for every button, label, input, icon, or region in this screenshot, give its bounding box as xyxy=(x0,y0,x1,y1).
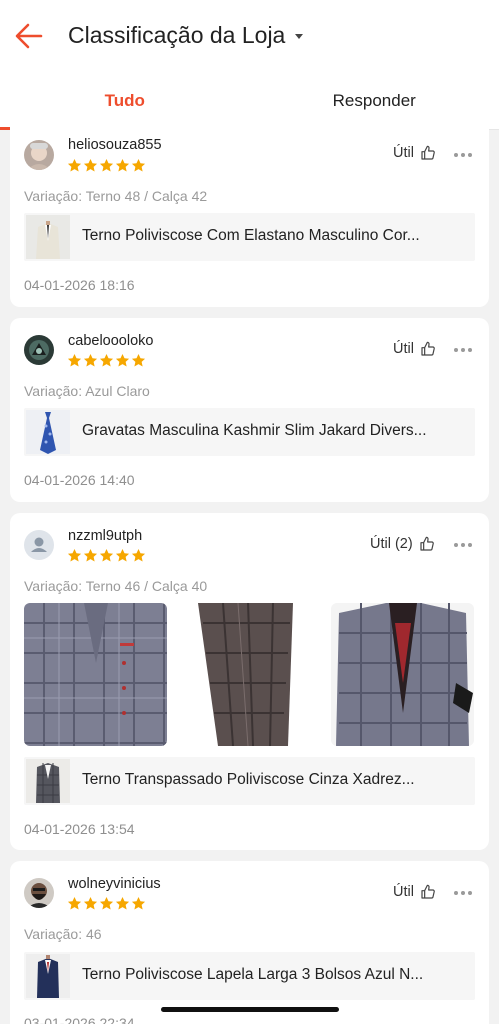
star-icon xyxy=(83,548,98,562)
product-link[interactable]: Terno Poliviscose Lapela Larga 3 Bolsos … xyxy=(24,952,475,1000)
star-icon xyxy=(115,548,130,562)
star-icon xyxy=(67,353,82,367)
more-options-icon[interactable] xyxy=(454,153,472,157)
review-card: wolneyvinicius Útil Variação: 46 Terno P… xyxy=(10,861,489,1024)
home-indicator xyxy=(161,1007,339,1012)
caret-down-icon xyxy=(295,34,304,39)
store-rating-dropdown[interactable]: Classificação da Loja xyxy=(68,22,304,49)
app-header: Classificação da Loja xyxy=(0,0,499,72)
thumbs-up-icon xyxy=(420,536,434,551)
star-icon xyxy=(99,158,114,172)
more-options-icon[interactable] xyxy=(454,543,472,547)
review-photo[interactable] xyxy=(331,603,474,746)
more-options-icon[interactable] xyxy=(454,891,472,895)
star-icon xyxy=(67,896,82,910)
review-date: 04-01-2026 18:16 xyxy=(24,277,135,293)
review-date: 03-01-2026 22:34 xyxy=(24,1015,135,1024)
star-icon xyxy=(115,353,130,367)
useful-button[interactable]: Útil (2) xyxy=(370,536,435,552)
review-username: heliosouza855 xyxy=(68,137,162,153)
star-rating xyxy=(67,353,146,368)
thumbs-up-icon xyxy=(421,145,435,160)
review-photo[interactable] xyxy=(24,603,167,746)
product-link[interactable]: Terno Poliviscose Com Elastano Masculino… xyxy=(24,213,475,261)
star-icon xyxy=(115,896,130,910)
avatar[interactable] xyxy=(24,335,54,365)
review-username: nzzml9utph xyxy=(68,528,143,544)
review-photo[interactable] xyxy=(178,603,321,746)
useful-label: Útil xyxy=(393,884,414,900)
review-card: cabeloooloko Útil Variação: Azul Claro G… xyxy=(10,318,489,502)
page-title: Classificação da Loja xyxy=(68,22,286,48)
variation-text: Variação: Azul Claro xyxy=(24,383,150,399)
product-thumbnail xyxy=(26,954,70,998)
review-card: nzzml9utph Útil (2) Variação: Terno 46 /… xyxy=(10,513,489,850)
variation-text: Variação: Terno 48 / Calça 42 xyxy=(24,188,208,204)
review-username: cabeloooloko xyxy=(68,333,154,349)
product-name: Terno Poliviscose Com Elastano Masculino… xyxy=(82,227,420,244)
review-date: 04-01-2026 14:40 xyxy=(24,472,135,488)
star-icon xyxy=(131,158,146,172)
product-name: Terno Poliviscose Lapela Larga 3 Bolsos … xyxy=(82,966,424,983)
product-thumbnail xyxy=(26,410,70,454)
useful-label: Útil xyxy=(393,145,414,161)
star-rating xyxy=(67,896,146,911)
star-icon xyxy=(99,353,114,367)
more-options-icon[interactable] xyxy=(454,348,472,352)
back-arrow-icon[interactable] xyxy=(14,22,44,50)
product-link[interactable]: Terno Transpassado Poliviscose Cinza Xad… xyxy=(24,757,475,805)
useful-label: Útil xyxy=(393,341,414,357)
star-rating xyxy=(67,548,146,563)
avatar[interactable] xyxy=(24,878,54,908)
product-name: Gravatas Masculina Kashmir Slim Jakard D… xyxy=(82,422,427,439)
product-thumbnail xyxy=(26,759,70,803)
product-name: Terno Transpassado Poliviscose Cinza Xad… xyxy=(82,771,415,788)
thumbs-up-icon xyxy=(421,341,435,356)
avatar[interactable] xyxy=(24,530,54,560)
useful-button[interactable]: Útil xyxy=(393,884,436,900)
review-card: heliosouza855 Útil Variação: Terno 48 / … xyxy=(10,120,489,307)
star-icon xyxy=(67,548,82,562)
thumbs-up-icon xyxy=(421,884,435,899)
star-icon xyxy=(83,896,98,910)
star-icon xyxy=(99,896,114,910)
star-icon xyxy=(67,158,82,172)
avatar[interactable] xyxy=(24,140,54,170)
variation-text: Variação: Terno 46 / Calça 40 xyxy=(24,578,208,594)
star-icon xyxy=(99,548,114,562)
variation-text: Variação: 46 xyxy=(24,926,102,942)
star-icon xyxy=(83,158,98,172)
product-link[interactable]: Gravatas Masculina Kashmir Slim Jakard D… xyxy=(24,408,475,456)
star-icon xyxy=(83,353,98,367)
useful-button[interactable]: Útil xyxy=(393,145,436,161)
star-icon xyxy=(115,158,130,172)
star-icon xyxy=(131,896,146,910)
product-thumbnail xyxy=(26,215,70,259)
useful-label: Útil (2) xyxy=(370,536,413,552)
useful-button[interactable]: Útil xyxy=(393,341,436,357)
review-username: wolneyvinicius xyxy=(68,876,161,892)
star-rating xyxy=(67,158,146,173)
star-icon xyxy=(131,353,146,367)
review-date: 04-01-2026 13:54 xyxy=(24,821,135,837)
star-icon xyxy=(131,548,146,562)
